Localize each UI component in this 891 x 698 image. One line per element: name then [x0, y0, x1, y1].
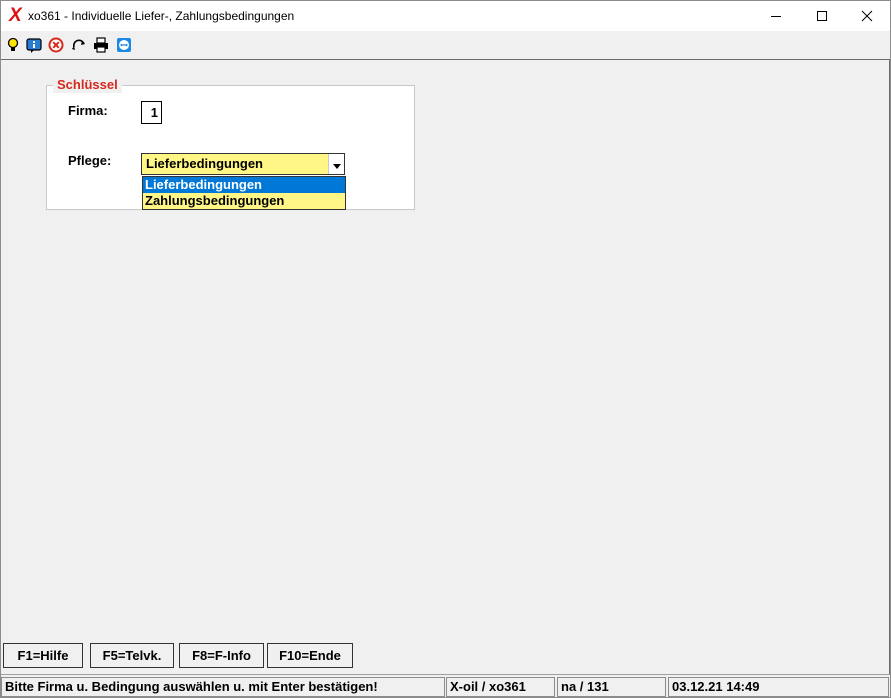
- status-message: Bitte Firma u. Bedingung auswählen u. mi…: [1, 677, 445, 697]
- maximize-icon: [816, 10, 828, 22]
- cancel-icon[interactable]: [48, 37, 64, 53]
- status-user: na / 131: [557, 677, 666, 697]
- info-icon[interactable]: [26, 37, 42, 53]
- refresh-icon[interactable]: [71, 37, 87, 53]
- firma-label: Firma:: [68, 103, 108, 118]
- minimize-button[interactable]: [753, 1, 799, 31]
- status-bar: Bitte Firma u. Bedingung auswählen u. mi…: [1, 674, 890, 697]
- group-legend: Schlüssel: [53, 77, 122, 93]
- pflege-dropdown-list: Lieferbedingungen Zahlungsbedingungen: [142, 176, 346, 210]
- f5-telvk-button[interactable]: F5=Telvk.: [90, 643, 174, 668]
- f1-help-button[interactable]: F1=Hilfe: [3, 643, 83, 668]
- f8-finfo-button[interactable]: F8=F-Info: [179, 643, 264, 668]
- status-app: X-oil / xo361: [446, 677, 555, 697]
- close-icon: [861, 10, 873, 22]
- application-window: X xo361 - Individuelle Liefer-, Zahlungs…: [0, 0, 891, 698]
- dropdown-arrow-button[interactable]: [328, 154, 344, 174]
- app-logo: X: [9, 5, 22, 26]
- status-datetime: 03.12.21 14:49: [668, 677, 889, 697]
- window-title: xo361 - Individuelle Liefer-, Zahlungsbe…: [28, 9, 295, 23]
- firma-field[interactable]: 1: [141, 101, 162, 124]
- printer-icon[interactable]: [93, 37, 109, 53]
- chevron-down-icon: [332, 157, 341, 172]
- close-button[interactable]: [844, 1, 890, 31]
- pflege-selected-value: Lieferbedingungen: [146, 156, 263, 171]
- minimize-icon: [770, 10, 782, 22]
- toolbar: [1, 31, 890, 60]
- teamviewer-icon[interactable]: [116, 37, 132, 53]
- maximize-button[interactable]: [799, 1, 845, 31]
- f10-end-button[interactable]: F10=Ende: [267, 643, 353, 668]
- pflege-combobox[interactable]: Lieferbedingungen: [141, 153, 345, 175]
- window-right-border: [889, 59, 890, 674]
- dropdown-option-zahlungsbedingungen[interactable]: Zahlungsbedingungen: [143, 193, 345, 209]
- lightbulb-icon[interactable]: [5, 37, 21, 53]
- title-bar: X xo361 - Individuelle Liefer-, Zahlungs…: [1, 1, 890, 31]
- pflege-label: Pflege:: [68, 153, 112, 168]
- dropdown-option-lieferbedingungen[interactable]: Lieferbedingungen: [143, 177, 345, 193]
